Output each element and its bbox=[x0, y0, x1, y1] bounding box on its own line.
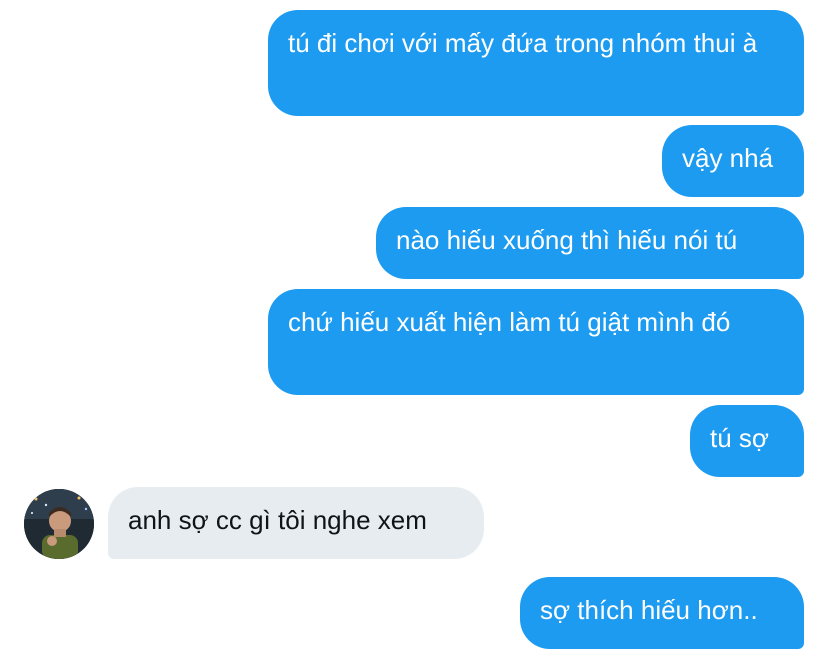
message-bubble-outgoing[interactable]: chứ hiếu xuất hiện làm tú giật mình đó bbox=[268, 289, 804, 395]
message-bubble-incoming[interactable]: anh sợ cc gì tôi nghe xem bbox=[108, 487, 484, 559]
message-thread: tú đi chơi với mấy đứa trong nhóm thui à… bbox=[0, 0, 828, 652]
message-bubble-outgoing[interactable]: tú đi chơi với mấy đứa trong nhóm thui à bbox=[268, 10, 804, 116]
message-bubble-outgoing[interactable]: vậy nhá bbox=[662, 125, 804, 197]
message-bubble-outgoing[interactable]: sợ thích hiếu hơn.. bbox=[520, 577, 804, 649]
message-bubble-outgoing[interactable]: tú sợ bbox=[690, 405, 804, 477]
message-bubble-outgoing[interactable]: nào hiếu xuống thì hiếu nói tú bbox=[376, 207, 804, 279]
user-avatar-icon[interactable] bbox=[24, 489, 94, 559]
